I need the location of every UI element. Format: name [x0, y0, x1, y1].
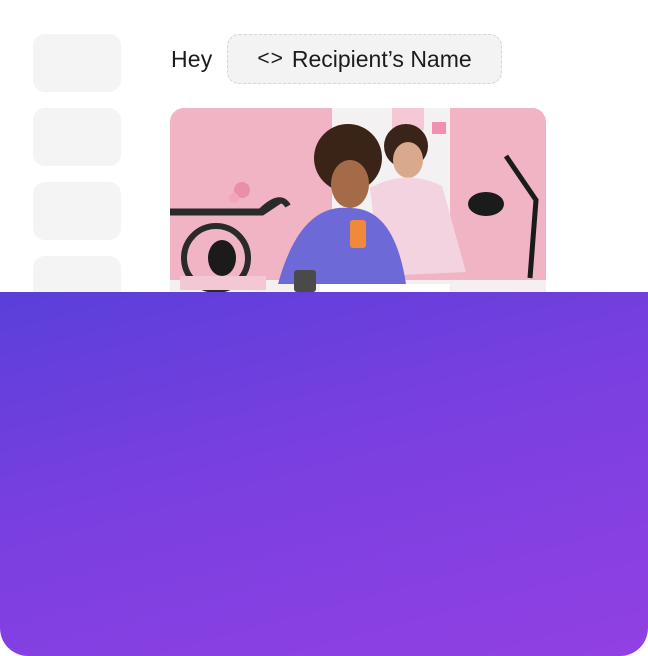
sidebar-tile-3[interactable] [33, 182, 121, 240]
recipient-name-token[interactable]: <> Recipient’s Name [227, 34, 502, 84]
sidebar-tile-2[interactable] [33, 108, 121, 166]
greeting-text: Hey [171, 46, 213, 72]
token-label: Recipient’s Name [291, 45, 472, 72]
sidebar [33, 34, 121, 330]
code-icon: <> [257, 47, 284, 70]
sidebar-tile-1[interactable] [33, 34, 121, 92]
email-editor-card: Hey <> Recipient’s Name [0, 0, 648, 656]
purple-overlay-panel [0, 292, 648, 656]
